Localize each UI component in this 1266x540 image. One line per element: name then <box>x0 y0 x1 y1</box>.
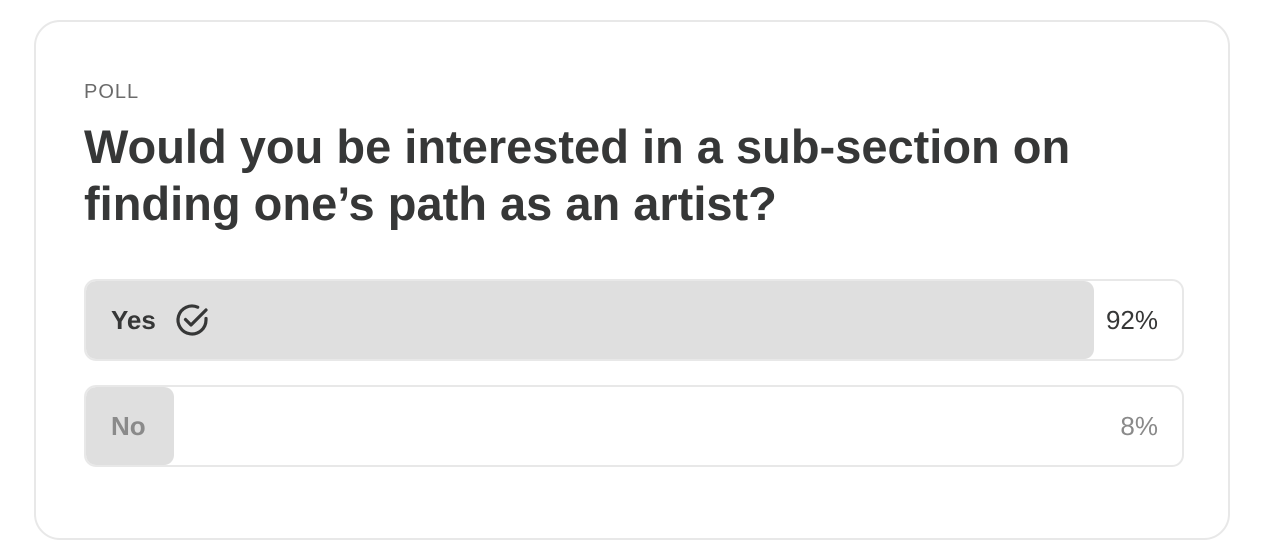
poll-option-yes-bar <box>86 281 1095 359</box>
poll-label: POLL <box>84 81 140 103</box>
poll-option-yes[interactable]: Yes 92% <box>84 279 1184 361</box>
poll-card: POLL Would you be interested in a sub-se… <box>34 20 1230 540</box>
poll-question: Would you be interested in a sub-section… <box>84 120 1071 230</box>
poll-option-no[interactable]: No 8% <box>84 385 1184 467</box>
poll-option-no-label: No <box>111 410 146 441</box>
poll-option-yes-label: Yes <box>111 304 156 335</box>
poll-option-yes-percent: 92% <box>1105 304 1158 335</box>
check-circle-icon <box>172 300 212 340</box>
poll-options: Yes 92% No 8% <box>84 279 1184 491</box>
poll-option-no-percent: 8% <box>1120 410 1158 441</box>
